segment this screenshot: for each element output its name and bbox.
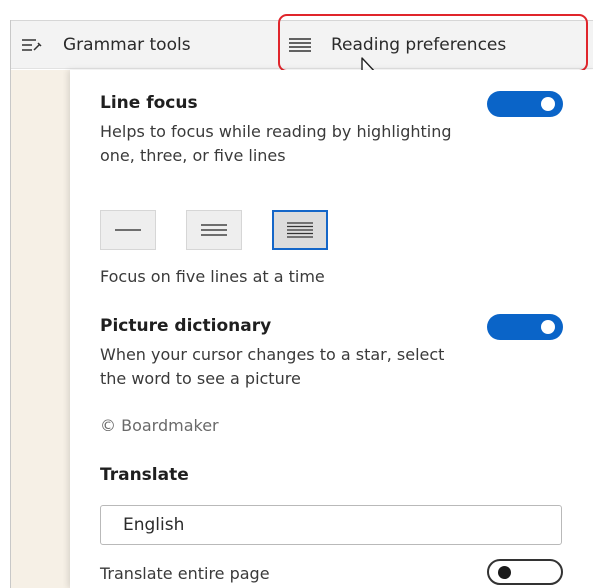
- boardmaker-credit: © Boardmaker: [100, 416, 219, 435]
- translate-language-select[interactable]: English: [100, 505, 562, 545]
- toggle-knob: [541, 320, 555, 334]
- page-background-strip: [11, 70, 70, 588]
- line-focus-three-lines-button[interactable]: [186, 210, 242, 250]
- line-focus-toggle[interactable]: [487, 91, 563, 117]
- translate-entire-page-label: Translate entire page: [100, 564, 270, 583]
- translate-entire-page-toggle[interactable]: [487, 559, 563, 585]
- five-lines-icon: [287, 222, 313, 238]
- toggle-knob: [498, 566, 511, 579]
- line-focus-status: Focus on five lines at a time: [100, 267, 325, 286]
- translate-language-value: English: [123, 515, 185, 535]
- picture-dictionary-title: Picture dictionary: [100, 316, 272, 336]
- line-focus-one-line-button[interactable]: [100, 210, 156, 250]
- tab-highlight-annotation: [278, 14, 588, 72]
- translate-title: Translate: [100, 465, 189, 485]
- grammar-tools-tab[interactable]: Grammar tools: [19, 21, 191, 69]
- line-focus-five-lines-button[interactable]: [272, 210, 328, 250]
- line-focus-description: Helps to focus while reading by highligh…: [100, 122, 452, 165]
- three-lines-icon: [201, 224, 227, 236]
- grammar-tools-label: Grammar tools: [63, 35, 191, 55]
- picture-dictionary-description: When your cursor changes to a star, sele…: [100, 345, 445, 388]
- picture-dictionary-toggle[interactable]: [487, 314, 563, 340]
- grammar-tools-icon: [19, 35, 45, 55]
- line-focus-title: Line focus: [100, 93, 198, 113]
- one-line-icon: [115, 229, 141, 231]
- toggle-knob: [541, 97, 555, 111]
